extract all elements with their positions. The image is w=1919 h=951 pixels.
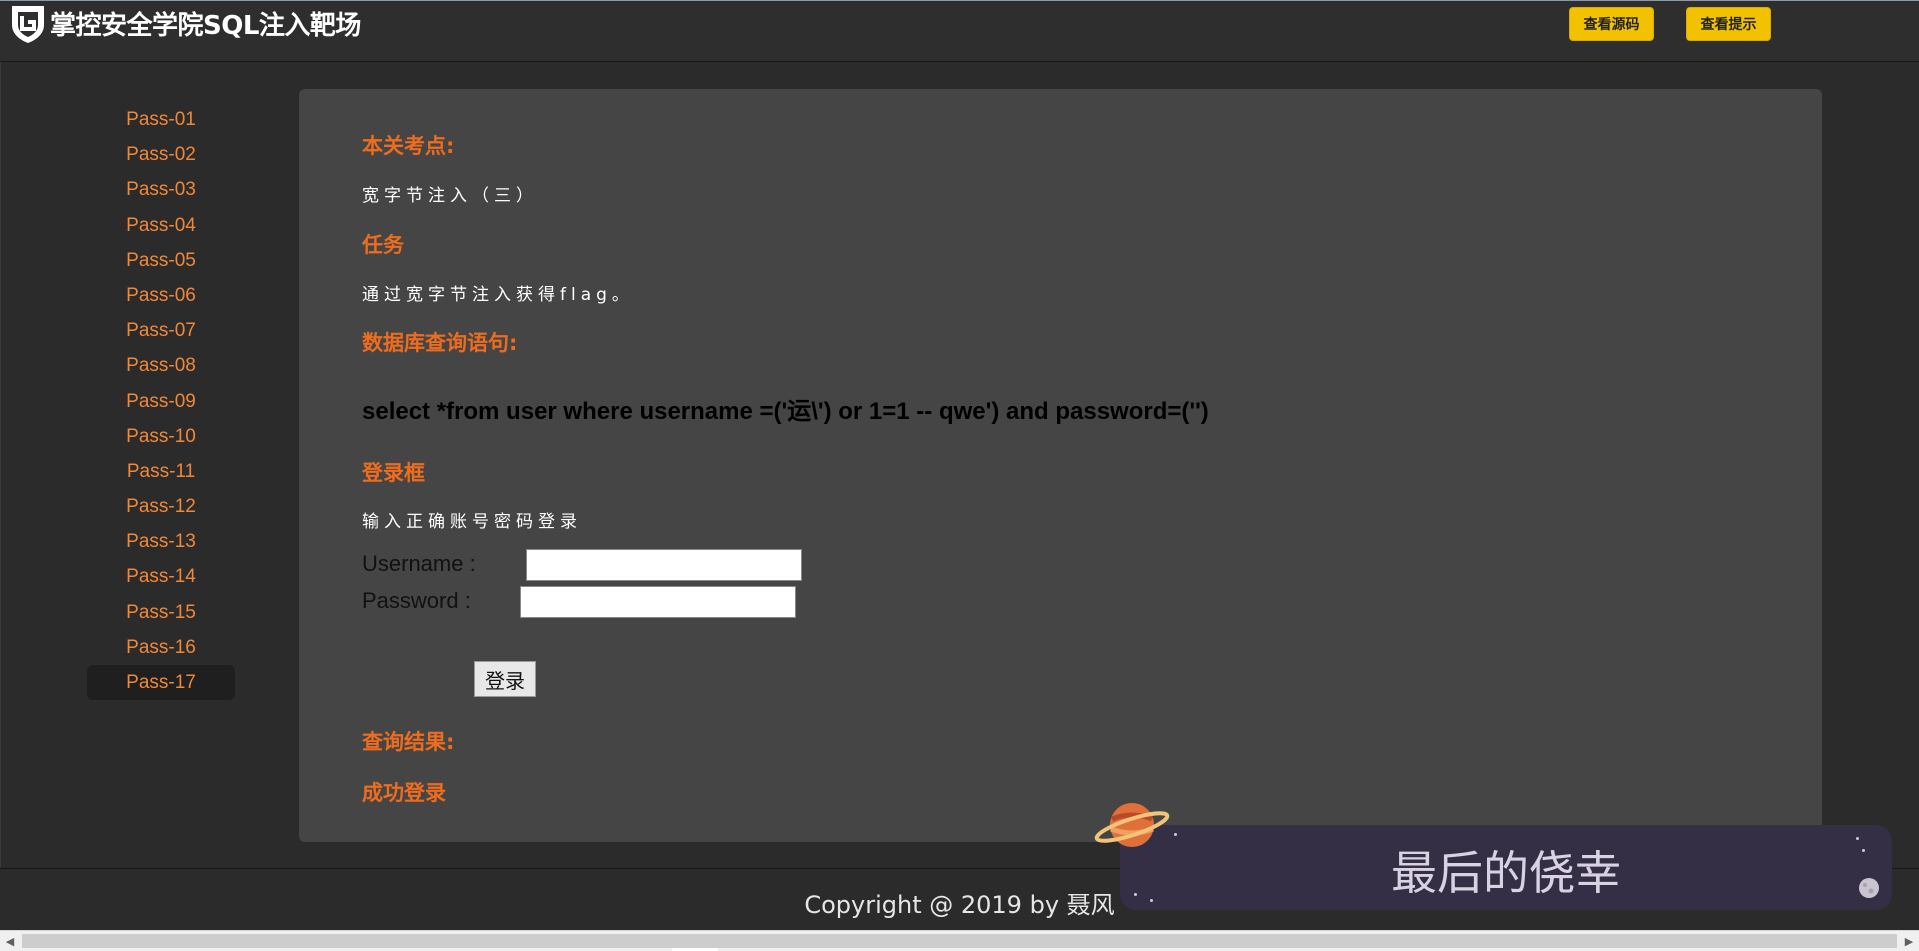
checkpoint-text: 宽字节注入（三） [362,186,538,206]
sidebar-item-pass-09[interactable]: Pass-09 [87,384,235,419]
sidebar-item-pass-11[interactable]: Pass-11 [87,454,235,489]
shield-logo-icon [8,3,48,43]
checkpoint-title: 本关考点: [362,134,455,158]
music-player-widget[interactable]: 最后的侥幸 [1120,825,1892,910]
sidebar-item-pass-15[interactable]: Pass-15 [87,595,235,630]
horizontal-scrollbar[interactable]: ◀ ▶ [0,930,1919,951]
sidebar-item-pass-07[interactable]: Pass-07 [87,313,235,348]
site-logo[interactable]: 掌控安全学院SQL注入靶场 [8,3,361,43]
content-panel: 本关考点: 宽字节注入（三） 任务 通过宽字节注入获得flag。 数据库查询语句… [299,89,1822,842]
site-title: 掌控安全学院SQL注入靶场 [50,10,361,41]
level-sidebar: Pass-01 Pass-02 Pass-03 Pass-04 Pass-05 … [87,102,235,701]
sidebar-item-pass-10[interactable]: Pass-10 [87,419,235,454]
sidebar-item-pass-08[interactable]: Pass-08 [87,348,235,383]
star-decoration [1150,899,1153,902]
sidebar-item-pass-17[interactable]: Pass-17 [87,665,235,701]
sidebar-item-pass-06[interactable]: Pass-06 [87,278,235,313]
star-decoration [1134,893,1137,896]
sidebar-item-pass-03[interactable]: Pass-03 [87,172,235,207]
top-header: 掌控安全学院SQL注入靶场 查看源码 查看提示 [0,0,1919,62]
sidebar-item-pass-14[interactable]: Pass-14 [87,559,235,594]
task-title: 任务 [362,233,404,257]
sidebar-item-pass-04[interactable]: Pass-04 [87,208,235,243]
username-label: Username : [362,551,476,576]
main-area: Pass-01 Pass-02 Pass-03 Pass-04 Pass-05 … [0,62,1919,868]
scroll-right-arrow-icon[interactable]: ▶ [1899,931,1919,951]
login-button[interactable]: 登录 [474,661,536,697]
password-label: Password : [362,588,471,613]
sidebar-item-pass-12[interactable]: Pass-12 [87,489,235,524]
star-decoration [1174,833,1177,836]
sidebar-item-pass-05[interactable]: Pass-05 [87,243,235,278]
sidebar-item-pass-01[interactable]: Pass-01 [87,102,235,137]
scroll-left-arrow-icon[interactable]: ◀ [0,931,20,951]
star-decoration [1856,837,1859,840]
login-hint-text: 输入正确账号密码登录 [362,512,582,532]
sidebar-item-pass-13[interactable]: Pass-13 [87,524,235,559]
moon-icon [1856,875,1882,901]
planet-icon [1094,795,1170,855]
scrollbar-thumb[interactable] [22,934,1897,948]
sidebar-item-pass-02[interactable]: Pass-02 [87,137,235,172]
view-source-button[interactable]: 查看源码 [1569,7,1654,41]
star-decoration [1862,849,1865,852]
view-hint-button[interactable]: 查看提示 [1686,7,1771,41]
query-result-title: 查询结果: [362,730,455,754]
query-result-text: 成功登录 [362,781,446,805]
username-input[interactable] [526,549,802,581]
password-input[interactable] [520,586,796,618]
query-title: 数据库查询语句: [362,331,518,355]
login-box-title: 登录框 [362,461,425,485]
task-text: 通过宽字节注入获得flag。 [362,285,634,305]
sql-query-statement: select *from user where username =('运\')… [362,398,1209,425]
sidebar-item-pass-16[interactable]: Pass-16 [87,630,235,665]
song-title: 最后的侥幸 [1391,846,1621,900]
